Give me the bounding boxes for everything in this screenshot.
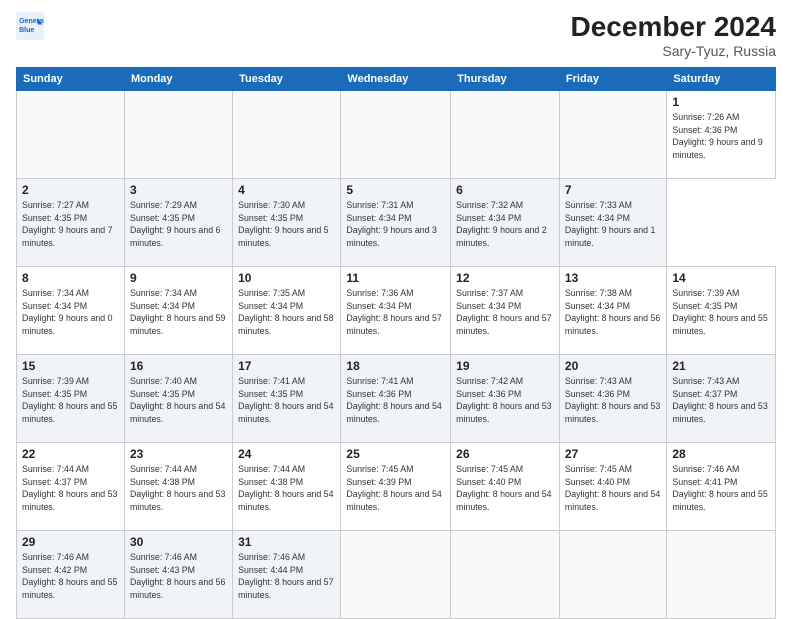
col-header-wednesday: Wednesday bbox=[341, 67, 451, 90]
col-header-friday: Friday bbox=[559, 67, 666, 90]
calendar-header-row: SundayMondayTuesdayWednesdayThursdayFrid… bbox=[17, 67, 776, 90]
calendar-day-cell: 10Sunrise: 7:35 AMSunset: 4:34 PMDayligh… bbox=[233, 266, 341, 354]
calendar-week-row: 1Sunrise: 7:26 AMSunset: 4:36 PMDaylight… bbox=[17, 90, 776, 178]
calendar-day-cell: 17Sunrise: 7:41 AMSunset: 4:35 PMDayligh… bbox=[233, 354, 341, 442]
calendar-day-cell: 18Sunrise: 7:41 AMSunset: 4:36 PMDayligh… bbox=[341, 354, 451, 442]
calendar-empty-cell bbox=[341, 90, 451, 178]
calendar-week-row: 2Sunrise: 7:27 AMSunset: 4:35 PMDaylight… bbox=[17, 178, 776, 266]
calendar-day-cell: 28Sunrise: 7:46 AMSunset: 4:41 PMDayligh… bbox=[667, 442, 776, 530]
calendar-week-row: 22Sunrise: 7:44 AMSunset: 4:37 PMDayligh… bbox=[17, 442, 776, 530]
calendar-day-cell: 30Sunrise: 7:46 AMSunset: 4:43 PMDayligh… bbox=[124, 530, 232, 618]
col-header-sunday: Sunday bbox=[17, 67, 125, 90]
calendar-day-cell: 31Sunrise: 7:46 AMSunset: 4:44 PMDayligh… bbox=[233, 530, 341, 618]
calendar-day-cell: 6Sunrise: 7:32 AMSunset: 4:34 PMDaylight… bbox=[451, 178, 560, 266]
calendar-empty-cell bbox=[17, 90, 125, 178]
calendar-week-row: 15Sunrise: 7:39 AMSunset: 4:35 PMDayligh… bbox=[17, 354, 776, 442]
calendar-empty-cell bbox=[124, 90, 232, 178]
calendar-day-cell: 5Sunrise: 7:31 AMSunset: 4:34 PMDaylight… bbox=[341, 178, 451, 266]
calendar-day-cell: 23Sunrise: 7:44 AMSunset: 4:38 PMDayligh… bbox=[124, 442, 232, 530]
calendar-empty-cell bbox=[233, 90, 341, 178]
calendar-day-cell: 19Sunrise: 7:42 AMSunset: 4:36 PMDayligh… bbox=[451, 354, 560, 442]
logo: General Blue bbox=[16, 12, 44, 40]
calendar-day-cell: 21Sunrise: 7:43 AMSunset: 4:37 PMDayligh… bbox=[667, 354, 776, 442]
col-header-tuesday: Tuesday bbox=[233, 67, 341, 90]
page: General Blue December 2024 Sary-Tyuz, Ru… bbox=[0, 0, 792, 612]
calendar-empty-cell bbox=[341, 530, 451, 618]
calendar-day-cell: 13Sunrise: 7:38 AMSunset: 4:34 PMDayligh… bbox=[559, 266, 666, 354]
col-header-saturday: Saturday bbox=[667, 67, 776, 90]
calendar-week-row: 29Sunrise: 7:46 AMSunset: 4:42 PMDayligh… bbox=[17, 530, 776, 618]
title-block: December 2024 Sary-Tyuz, Russia bbox=[571, 12, 776, 59]
calendar-day-cell: 29Sunrise: 7:46 AMSunset: 4:42 PMDayligh… bbox=[17, 530, 125, 618]
calendar-empty-cell bbox=[559, 90, 666, 178]
calendar-day-cell: 11Sunrise: 7:36 AMSunset: 4:34 PMDayligh… bbox=[341, 266, 451, 354]
col-header-thursday: Thursday bbox=[451, 67, 560, 90]
calendar-day-cell: 14Sunrise: 7:39 AMSunset: 4:35 PMDayligh… bbox=[667, 266, 776, 354]
calendar-day-cell: 7Sunrise: 7:33 AMSunset: 4:34 PMDaylight… bbox=[559, 178, 666, 266]
calendar-day-cell: 9Sunrise: 7:34 AMSunset: 4:34 PMDaylight… bbox=[124, 266, 232, 354]
calendar-day-cell: 24Sunrise: 7:44 AMSunset: 4:38 PMDayligh… bbox=[233, 442, 341, 530]
calendar-empty-cell bbox=[667, 530, 776, 618]
calendar-empty-cell bbox=[451, 90, 560, 178]
calendar-day-cell: 22Sunrise: 7:44 AMSunset: 4:37 PMDayligh… bbox=[17, 442, 125, 530]
calendar-day-cell: 3Sunrise: 7:29 AMSunset: 4:35 PMDaylight… bbox=[124, 178, 232, 266]
calendar-week-row: 8Sunrise: 7:34 AMSunset: 4:34 PMDaylight… bbox=[17, 266, 776, 354]
calendar-empty-cell bbox=[451, 530, 560, 618]
calendar-day-cell: 15Sunrise: 7:39 AMSunset: 4:35 PMDayligh… bbox=[17, 354, 125, 442]
sub-title: Sary-Tyuz, Russia bbox=[571, 43, 776, 59]
calendar-table: SundayMondayTuesdayWednesdayThursdayFrid… bbox=[16, 67, 776, 619]
calendar-day-cell: 20Sunrise: 7:43 AMSunset: 4:36 PMDayligh… bbox=[559, 354, 666, 442]
calendar-day-cell: 8Sunrise: 7:34 AMSunset: 4:34 PMDaylight… bbox=[17, 266, 125, 354]
col-header-monday: Monday bbox=[124, 67, 232, 90]
calendar-day-cell: 27Sunrise: 7:45 AMSunset: 4:40 PMDayligh… bbox=[559, 442, 666, 530]
calendar-day-cell: 4Sunrise: 7:30 AMSunset: 4:35 PMDaylight… bbox=[233, 178, 341, 266]
calendar-day-cell: 25Sunrise: 7:45 AMSunset: 4:39 PMDayligh… bbox=[341, 442, 451, 530]
calendar-day-cell: 2Sunrise: 7:27 AMSunset: 4:35 PMDaylight… bbox=[17, 178, 125, 266]
header: General Blue December 2024 Sary-Tyuz, Ru… bbox=[16, 12, 776, 59]
calendar-day-cell: 1Sunrise: 7:26 AMSunset: 4:36 PMDaylight… bbox=[667, 90, 776, 178]
calendar-day-cell: 16Sunrise: 7:40 AMSunset: 4:35 PMDayligh… bbox=[124, 354, 232, 442]
calendar-empty-cell bbox=[559, 530, 666, 618]
calendar-day-cell: 12Sunrise: 7:37 AMSunset: 4:34 PMDayligh… bbox=[451, 266, 560, 354]
svg-text:Blue: Blue bbox=[19, 27, 34, 34]
main-title: December 2024 bbox=[571, 12, 776, 43]
logo-icon: General Blue bbox=[16, 12, 44, 40]
calendar-day-cell: 26Sunrise: 7:45 AMSunset: 4:40 PMDayligh… bbox=[451, 442, 560, 530]
